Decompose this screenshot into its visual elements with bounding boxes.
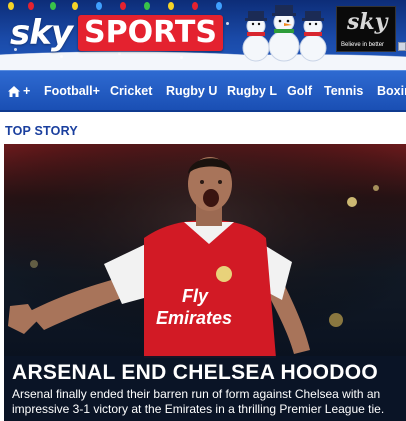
home-icon (8, 85, 20, 97)
story-caption: ARSENAL END CHELSEA HOODOO Arsenal final… (4, 356, 406, 421)
logo-sky-text: sky (10, 13, 73, 53)
sky-sports-logo[interactable]: sky SPORTS (10, 14, 223, 52)
sky-ad-banner[interactable]: sky Believe in better (336, 6, 396, 52)
story-photo: Fly Emirates (4, 144, 406, 358)
nav-item-boxing[interactable]: Boxing (377, 71, 406, 110)
main-nav: + Football+ Cricket Rugby U Rugby L Golf… (0, 70, 406, 112)
ad-sky-logo: sky (347, 9, 388, 35)
nav-item-golf[interactable]: Golf (287, 71, 312, 110)
top-story-card[interactable]: Fly Emirates ARSENAL END CHELSEA HOODOO … (4, 144, 406, 421)
ad-tagline: Believe in better (341, 42, 385, 48)
nav-item-rugby-union[interactable]: Rugby U (166, 71, 217, 110)
shirt-sponsor-fly: Fly (182, 286, 209, 306)
ad-close-icon[interactable] (398, 42, 406, 51)
nav-home-label: + (23, 84, 31, 98)
nav-home[interactable]: + (8, 71, 31, 110)
nav-item-cricket[interactable]: Cricket (110, 71, 152, 110)
header-banner: sky SPORTS sky Believe in better (0, 0, 406, 70)
nav-item-rugby-league[interactable]: Rugby L (227, 71, 277, 110)
snowmen-icon (242, 5, 327, 62)
section-title-top-story: TOP STORY (5, 124, 78, 138)
story-summary: Arsenal finally ended their barren run o… (12, 387, 385, 416)
shirt-sponsor-emirates: Emirates (156, 308, 232, 328)
logo-sports-text: SPORTS (78, 15, 223, 51)
nav-item-football[interactable]: Football+ (44, 71, 100, 110)
nav-item-tennis[interactable]: Tennis (324, 71, 363, 110)
story-headline[interactable]: ARSENAL END CHELSEA HOODOO (12, 360, 398, 385)
